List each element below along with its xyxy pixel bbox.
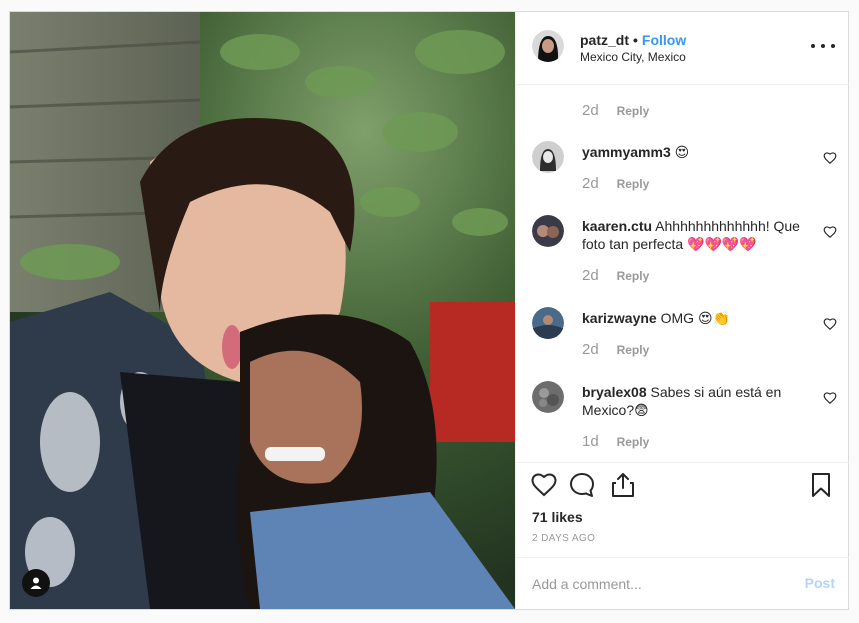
bookmark-icon[interactable] xyxy=(807,471,835,499)
post-photo[interactable] xyxy=(10,12,515,609)
comments-list[interactable]: 2d Reply yammyamm3 😍 2d Reply kaaren.ctu… xyxy=(516,85,849,462)
likes-count[interactable]: 71 likes xyxy=(532,509,583,525)
post-date[interactable]: 2 DAYS AGO xyxy=(532,533,595,544)
comment-reply-button[interactable]: Reply xyxy=(617,177,650,191)
comment-body: OMG 😍👏 xyxy=(660,310,730,326)
comment-icon[interactable] xyxy=(568,471,596,499)
comment-text: bryalex08 Sabes si aún está en Mexico?😨 xyxy=(582,383,810,419)
header-separator: • xyxy=(633,32,638,48)
comment-time[interactable]: 2d xyxy=(582,175,599,192)
comment-reply-button[interactable]: Reply xyxy=(617,435,650,449)
commenter-avatar[interactable] xyxy=(532,141,564,173)
comment-text: kaaren.ctu Ahhhhhhhhhhhhh! Que foto tan … xyxy=(582,217,810,253)
like-comment-heart-icon[interactable] xyxy=(823,225,837,239)
commenter-avatar[interactable] xyxy=(532,215,564,247)
post-actions: 71 likes 2 DAYS AGO xyxy=(516,462,849,558)
heart-icon[interactable] xyxy=(530,471,558,499)
follow-button[interactable]: Follow xyxy=(642,32,686,48)
post-card: patz_dt • Follow Mexico City, Mexico 2d Re… xyxy=(9,11,849,610)
comment-reply-button[interactable]: Reply xyxy=(617,269,650,283)
more-options-icon[interactable] xyxy=(811,38,835,54)
comment-input[interactable] xyxy=(532,571,772,597)
post-location[interactable]: Mexico City, Mexico xyxy=(580,50,686,64)
post-side-panel: patz_dt • Follow Mexico City, Mexico 2d Re… xyxy=(515,12,849,609)
comment-reply-button[interactable]: Reply xyxy=(617,343,650,357)
comment-meta: 2d Reply xyxy=(582,267,649,284)
comment-time[interactable]: 2d xyxy=(582,341,599,358)
author-username[interactable]: patz_dt xyxy=(580,32,629,48)
caption-meta: 2d Reply xyxy=(582,102,649,119)
comment-meta: 2d Reply xyxy=(582,175,649,192)
comment-body: 😍 xyxy=(674,144,690,160)
caption-time[interactable]: 2d xyxy=(582,102,599,119)
add-comment-bar: Post xyxy=(516,557,849,610)
comment-meta: 1d Reply xyxy=(582,433,649,450)
share-icon[interactable] xyxy=(609,471,637,499)
user-tag-icon[interactable] xyxy=(22,569,50,597)
commenter-username[interactable]: karizwayne xyxy=(582,310,657,326)
like-comment-heart-icon[interactable] xyxy=(823,391,837,405)
like-comment-heart-icon[interactable] xyxy=(823,317,837,331)
commenter-avatar[interactable] xyxy=(532,307,564,339)
author-avatar[interactable] xyxy=(532,30,564,62)
comment-meta: 2d Reply xyxy=(582,341,649,358)
photo-illustration xyxy=(10,12,515,609)
comment-text: yammyamm3 😍 xyxy=(582,143,810,161)
post-comment-button[interactable]: Post xyxy=(805,575,835,591)
commenter-username[interactable]: bryalex08 xyxy=(582,384,647,400)
comment-time[interactable]: 2d xyxy=(582,267,599,284)
commenter-avatar[interactable] xyxy=(532,381,564,413)
comment-text: karizwayne OMG 😍👏 xyxy=(582,309,810,327)
post-header: patz_dt • Follow Mexico City, Mexico xyxy=(516,12,849,85)
person-glyph xyxy=(30,577,42,589)
comment-time[interactable]: 1d xyxy=(582,433,599,450)
caption-reply-button[interactable]: Reply xyxy=(617,104,650,118)
commenter-username[interactable]: kaaren.ctu xyxy=(582,218,652,234)
commenter-username[interactable]: yammyamm3 xyxy=(582,144,671,160)
like-comment-heart-icon[interactable] xyxy=(823,151,837,165)
